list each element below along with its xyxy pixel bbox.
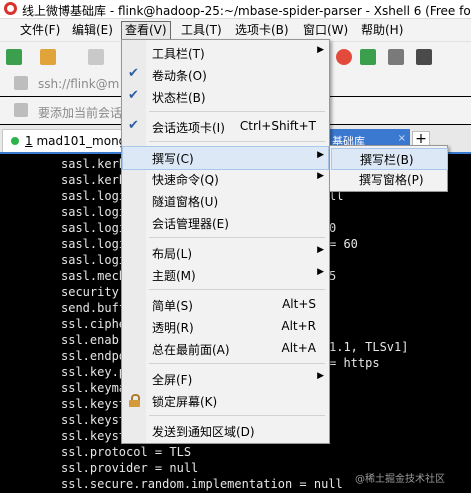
checkmark-icon: ✔ <box>128 88 139 103</box>
menu-item-session-manager[interactable]: 会话管理器(E) <box>123 212 328 234</box>
checkmark-icon: ✔ <box>128 118 139 133</box>
terminal-line: ssl.key.p <box>61 365 127 379</box>
title-bar: 线上微博基础库 - flink@hadoop-25:~/mbase-spider… <box>0 0 471 19</box>
terminal-line: ssl.keyma <box>61 381 127 395</box>
menu-item-compose-pane[interactable]: 撰写窗格(P) <box>331 169 446 189</box>
submenu-arrow-icon: ▶ <box>317 371 324 381</box>
terminal-line: sasl.logi <box>61 205 127 219</box>
terminal-line: ssl.protocol = TLS <box>61 445 192 459</box>
menu-separator <box>149 141 325 142</box>
terminal-line: ssl.keyst <box>61 429 127 443</box>
submenu-arrow-icon: ▶ <box>317 150 324 160</box>
xshell-logo-icon <box>4 2 17 15</box>
compose-submenu: 撰写栏(B) 撰写窗格(P) <box>329 145 448 192</box>
submenu-arrow-icon: ▶ <box>317 45 324 55</box>
menu-item-scrollbar[interactable]: ✔ 卷动条(O) <box>123 64 328 86</box>
terminal-line: ssl.provider = null <box>61 461 199 475</box>
menu-separator <box>149 237 325 238</box>
menu-tabs[interactable]: 选项卡(B) <box>232 22 292 39</box>
menu-separator <box>149 111 325 112</box>
menu-item-toolbar[interactable]: 工具栏(T) ▶ <box>123 42 328 64</box>
xftp-icon[interactable] <box>336 49 352 65</box>
terminal-line: ssl.keyst <box>61 397 127 411</box>
lock-icon <box>129 394 140 407</box>
menu-item-send-to-tray[interactable]: 发送到通知区域(D) <box>123 420 328 442</box>
menu-help[interactable]: 帮助(H) <box>358 22 406 39</box>
terminal-line: ssl.ciphe <box>61 317 127 331</box>
menu-item-session-tabs[interactable]: ✔ 会话选项卡(I) Ctrl+Shift+T <box>123 116 328 138</box>
open-folder-icon[interactable] <box>40 49 56 65</box>
menu-separator <box>149 363 325 364</box>
menu-separator <box>149 289 325 290</box>
terminal-line: send.buff <box>61 301 127 315</box>
close-tab-icon[interactable]: × <box>398 133 406 144</box>
menu-item-theme[interactable]: 主题(M) ▶ <box>123 264 328 286</box>
shortcut-label: Alt+A <box>281 341 316 355</box>
terminal-line: sasl.logi <box>61 253 127 267</box>
terminal-fragment: 0 <box>329 221 337 235</box>
menu-tools[interactable]: 工具(T) <box>178 22 225 39</box>
shortcut-label: Alt+R <box>281 319 316 333</box>
settings-icon[interactable] <box>416 49 432 65</box>
shortcut-label: Alt+S <box>282 297 316 311</box>
keyboard-icon[interactable] <box>388 49 404 65</box>
tab-index: 1 <box>25 134 33 148</box>
script-icon[interactable] <box>360 49 376 65</box>
menu-edit[interactable]: 编辑(E) <box>69 22 116 39</box>
menu-window[interactable]: 窗口(W) <box>300 22 351 39</box>
terminal-fragment: 1.1, TLSv1] <box>329 340 409 354</box>
info-text: 要添加当前会话 <box>38 106 123 120</box>
menu-item-lock-screen[interactable]: 锁定屏幕(K) <box>123 390 328 412</box>
terminal-fragment: = https <box>329 356 380 370</box>
submenu-arrow-icon: ▶ <box>317 267 324 277</box>
menu-item-layout[interactable]: 布局(L) ▶ <box>123 242 328 264</box>
terminal-fragment: 5 <box>329 269 337 283</box>
menu-item-simple[interactable]: 简单(S) Alt+S <box>123 294 328 316</box>
menu-bar: 文件(F) 编辑(E) 查看(V) 工具(T) 选项卡(B) 窗口(W) 帮助(… <box>0 19 471 41</box>
window-title: 线上微博基础库 - flink@hadoop-25:~/mbase-spider… <box>22 4 471 18</box>
menu-view[interactable]: 查看(V) <box>121 21 171 40</box>
menu-item-compose-bar[interactable]: 撰写栏(B) <box>331 148 448 170</box>
menu-item-compose[interactable]: 撰写(C) ▶ <box>122 146 329 170</box>
tab-label: mad101_mongo <box>36 134 134 148</box>
terminal-line: sasl.mech <box>61 269 127 283</box>
address-text: ssh://flink@m <box>38 77 120 91</box>
terminal-line: ssl.endpo <box>61 349 127 363</box>
terminal-line: sasl.kerb <box>61 157 127 171</box>
terminal-line: security <box>61 285 119 299</box>
new-session-icon[interactable] <box>6 49 22 65</box>
terminal-line: sasl.logi <box>61 189 127 203</box>
disconnect-icon[interactable] <box>88 49 104 65</box>
terminal-line: sasl.logi <box>61 237 127 251</box>
menu-item-quick-commands[interactable]: 快速命令(Q) ▶ <box>123 168 328 190</box>
menu-item-fullscreen[interactable]: 全屏(F) ▶ <box>123 368 328 390</box>
submenu-arrow-icon: ▶ <box>317 171 324 181</box>
submenu-arrow-icon: ▶ <box>317 245 324 255</box>
menu-item-transparent[interactable]: 透明(R) Alt+R <box>123 316 328 338</box>
terminal-line: ssl.secure.random.implementation = null <box>61 477 343 491</box>
shortcut-label: Ctrl+Shift+T <box>239 119 316 133</box>
checkmark-icon: ✔ <box>128 66 139 81</box>
menu-separator <box>149 415 325 416</box>
terminal-line: sasl.logi <box>61 221 127 235</box>
bookmark-icon <box>14 103 28 117</box>
tab-session-1[interactable]: 1 mad101_mongo <box>2 129 134 152</box>
menu-item-tunnel-pane[interactable]: 隧道窗格(U) <box>123 190 328 212</box>
view-menu-dropdown: 工具栏(T) ▶ ✔ 卷动条(O) ✔ 状态栏(B) ✔ 会话选项卡(I) Ct… <box>121 39 330 444</box>
watermark: @稀土掘金技术社区 <box>355 474 445 485</box>
terminal-line: ssl.keyst <box>61 413 127 427</box>
terminal-line: sasl.kerb <box>61 173 127 187</box>
menu-item-always-on-top[interactable]: 总在最前面(A) Alt+A <box>123 338 328 360</box>
menu-file[interactable]: 文件(F) <box>17 22 63 39</box>
terminal-line: ssl.enab <box>61 333 119 347</box>
connected-status-icon <box>11 137 19 145</box>
menu-item-statusbar[interactable]: ✔ 状态栏(B) <box>123 86 328 108</box>
address-icon <box>14 76 28 90</box>
terminal-fragment: = 60 <box>329 237 358 251</box>
